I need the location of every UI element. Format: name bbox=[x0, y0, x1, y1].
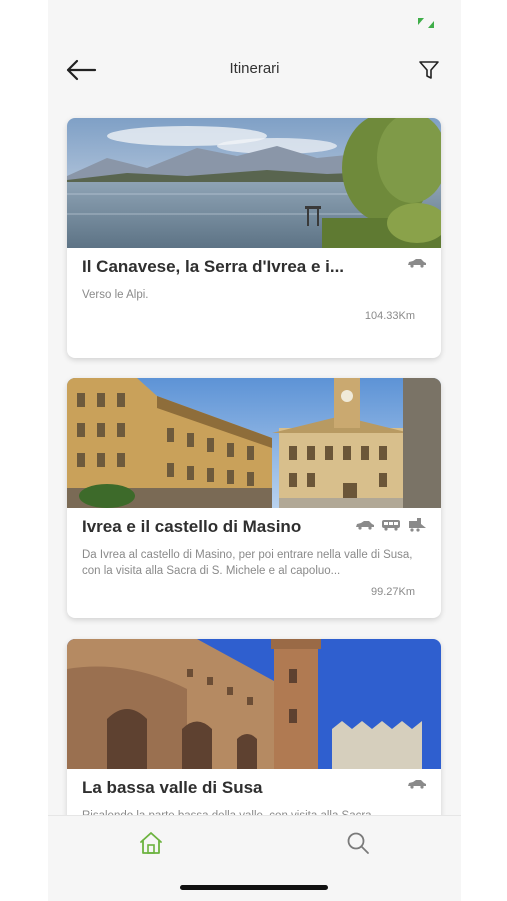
itinerary-description: Verso le Alpi. bbox=[82, 289, 149, 301]
itinerary-title: Ivrea e il castello di Masino bbox=[82, 517, 302, 536]
itinerary-image-town bbox=[67, 378, 441, 508]
bus-icon bbox=[382, 520, 400, 531]
itinerary-image-lake bbox=[67, 118, 441, 248]
transport-icons bbox=[407, 779, 427, 789]
transport-icons bbox=[407, 258, 427, 268]
filter-icon bbox=[419, 61, 439, 79]
itinerary-image-castle bbox=[67, 639, 441, 769]
car-icon bbox=[408, 780, 426, 789]
top-bar: Itinerari bbox=[48, 50, 461, 90]
home-icon[interactable] bbox=[138, 830, 164, 856]
itinerary-distance: 104.33Km bbox=[364, 310, 415, 322]
car-icon bbox=[356, 521, 374, 530]
train-icon bbox=[409, 518, 426, 532]
itinerary-distance: 99.27Km bbox=[370, 586, 415, 598]
home-indicator bbox=[180, 885, 328, 890]
search-icon[interactable] bbox=[345, 830, 371, 856]
transport-icons bbox=[355, 518, 427, 532]
itinerary-card[interactable]: Ivrea e il castello di Masino Da Ivrea a… bbox=[67, 378, 441, 618]
itinerary-title: Il Canavese, la Serra d'Ivrea e i... bbox=[82, 257, 345, 276]
page-title: Itinerari bbox=[229, 60, 280, 77]
status-indicator-icon bbox=[418, 18, 434, 28]
itinerary-description: Da Ivrea al castello di Masino, per poi … bbox=[82, 549, 413, 577]
itinerary-card[interactable]: Il Canavese, la Serra d'Ivrea e i... Ver… bbox=[67, 118, 441, 358]
itinerary-title: La bassa valle di Susa bbox=[82, 778, 263, 797]
filter-button[interactable] bbox=[415, 56, 443, 84]
itinerary-card[interactable]: La bassa valle di Susa Risalendo la part… bbox=[67, 639, 441, 839]
car-icon bbox=[408, 259, 426, 268]
